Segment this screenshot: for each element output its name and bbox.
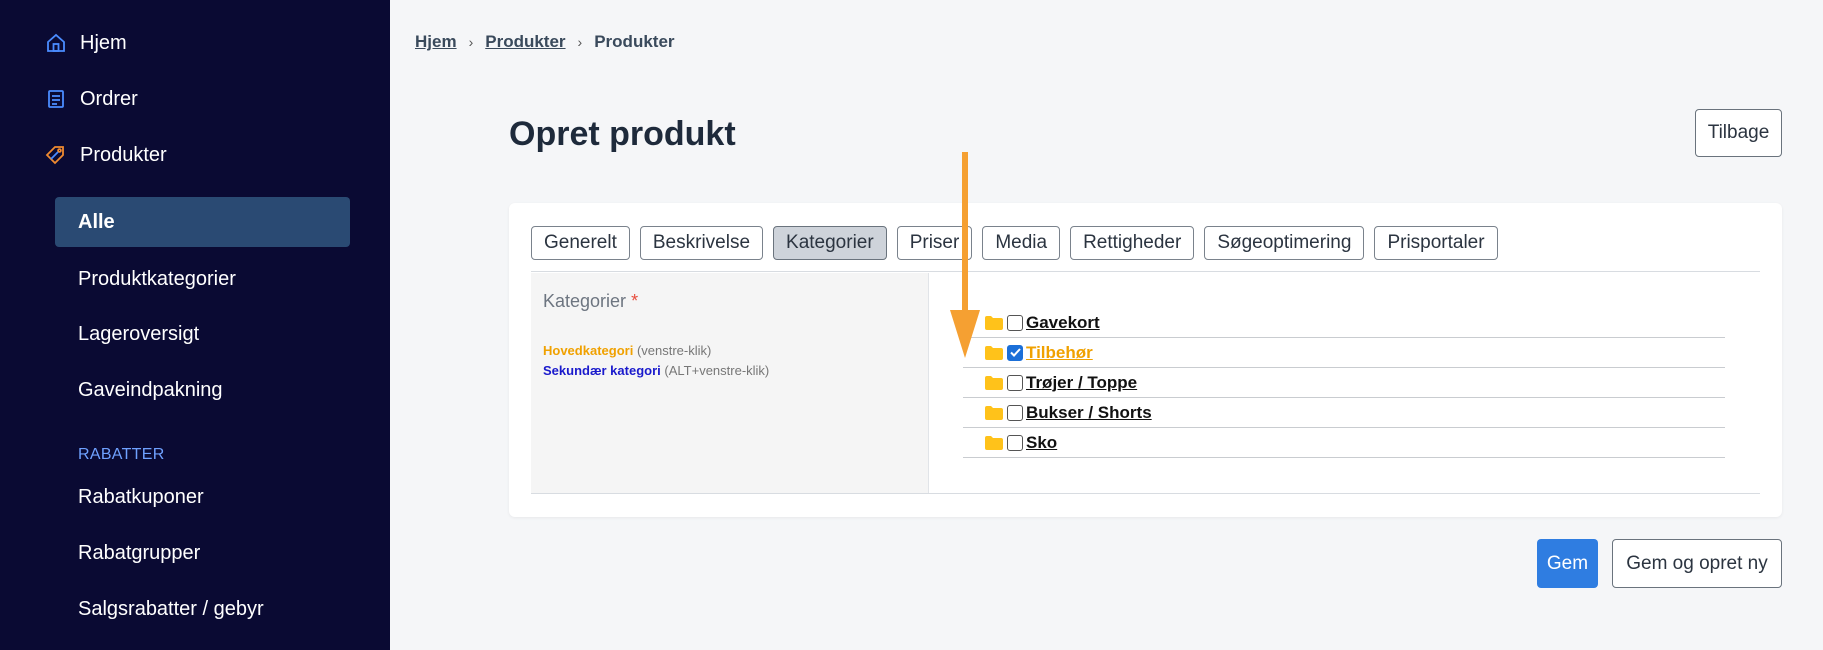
chevron-right-icon: › (468, 34, 474, 50)
save-button[interactable]: Gem (1537, 539, 1598, 588)
category-checkbox[interactable] (1007, 374, 1023, 391)
tab-media[interactable]: Media (982, 226, 1061, 260)
tab-permissions[interactable]: Rettigheder (1070, 226, 1195, 260)
sidebar-item-orders[interactable]: Ordrer (44, 87, 138, 111)
folder-icon (985, 405, 1003, 420)
annotation-arrow-icon (950, 152, 980, 358)
sidebar-subitem-discount-groups[interactable]: Rabatgrupper (78, 542, 200, 565)
tab-categories[interactable]: Kategorier (773, 226, 887, 260)
sidebar-section-title: RABATTER (78, 446, 165, 463)
category-tree: Gavekort Tilbehør Trøjer / Toppe Bukser … (963, 308, 1725, 458)
legend-main-category: Hovedkategori (543, 343, 634, 358)
sidebar-subitem-gift-wrapping[interactable]: Gaveindpakning (78, 379, 223, 402)
category-row-trojer: Trøjer / Toppe (963, 368, 1725, 398)
sidebar-item-home[interactable]: Hjem (44, 31, 127, 55)
category-checkbox[interactable] (1007, 434, 1023, 451)
sidebar-item-label: Ordrer (80, 87, 138, 110)
home-icon (44, 31, 68, 55)
category-row-gavekort: Gavekort (963, 308, 1725, 338)
breadcrumb-products[interactable]: Produkter (485, 32, 565, 52)
category-row-sko: Sko (963, 428, 1725, 458)
sidebar-subitem-stock-overview[interactable]: Lageroversigt (78, 323, 199, 346)
sidebar-item-label: Hjem (80, 31, 127, 54)
breadcrumb: Hjem › Produkter › Produkter (415, 32, 675, 52)
product-form-card: Generelt Beskrivelse Kategorier Priser M… (509, 203, 1782, 517)
divider (531, 271, 1760, 272)
sidebar-subitem-sales-discounts[interactable]: Salgsrabatter / gebyr (78, 598, 264, 621)
sidebar-subitem-discount-coupons[interactable]: Rabatkuponer (78, 486, 204, 509)
categories-legend: Hovedkategori (venstre-klik) Sekundær ka… (543, 341, 769, 381)
categories-label: Kategorier * (543, 291, 638, 312)
back-button[interactable]: Tilbage (1695, 109, 1782, 157)
legend-secondary-hint: (ALT+venstre-klik) (664, 363, 770, 378)
category-link[interactable]: Bukser / Shorts (1026, 403, 1152, 423)
folder-icon (985, 315, 1003, 330)
sidebar-subitem-label: Alle (78, 211, 115, 233)
folder-icon (985, 375, 1003, 390)
breadcrumb-home[interactable]: Hjem (415, 32, 457, 52)
sidebar: Hjem Ordrer Produkter Alle Produktkatego… (0, 0, 390, 650)
legend-secondary-category: Sekundær kategori (543, 363, 661, 378)
sidebar-item-label: Produkter (80, 143, 167, 166)
sidebar-subitem-product-categories[interactable]: Produktkategorier (78, 268, 236, 291)
folder-icon (985, 435, 1003, 450)
category-link[interactable]: Gavekort (1026, 313, 1100, 333)
category-checkbox[interactable] (1007, 404, 1023, 421)
required-mark: * (631, 291, 639, 311)
page-title: Opret produkt (509, 115, 736, 153)
tab-seo[interactable]: Søgeoptimering (1204, 226, 1365, 260)
checkmark-icon (1009, 348, 1021, 357)
category-link[interactable]: Tilbehør (1026, 343, 1093, 363)
category-checkbox[interactable] (1007, 344, 1023, 361)
categories-label-panel: Kategorier * Hovedkategori (venstre-klik… (531, 273, 929, 493)
category-row-tilbehor: Tilbehør (963, 338, 1725, 368)
tab-price-portals[interactable]: Prisportaler (1374, 226, 1498, 260)
divider (531, 493, 1760, 494)
legend-main-hint: (venstre-klik) (636, 343, 712, 358)
receipt-icon (44, 87, 68, 111)
tab-bar: Generelt Beskrivelse Kategorier Priser M… (531, 226, 1498, 260)
folder-icon (985, 345, 1003, 360)
category-row-bukser: Bukser / Shorts (963, 398, 1725, 428)
category-link[interactable]: Trøjer / Toppe (1026, 373, 1137, 393)
category-link[interactable]: Sko (1026, 433, 1057, 453)
tab-description[interactable]: Beskrivelse (639, 226, 764, 260)
chevron-right-icon: › (577, 34, 583, 50)
tag-icon (44, 143, 68, 167)
category-checkbox[interactable] (1007, 314, 1023, 331)
sidebar-item-products[interactable]: Produkter (44, 143, 167, 167)
sidebar-subitem-all[interactable]: Alle (55, 197, 350, 247)
categories-label-text: Kategorier (543, 291, 627, 311)
save-and-create-new-button[interactable]: Gem og opret ny (1612, 539, 1782, 588)
breadcrumb-current: Produkter (594, 32, 675, 51)
tab-general[interactable]: Generelt (531, 226, 630, 260)
